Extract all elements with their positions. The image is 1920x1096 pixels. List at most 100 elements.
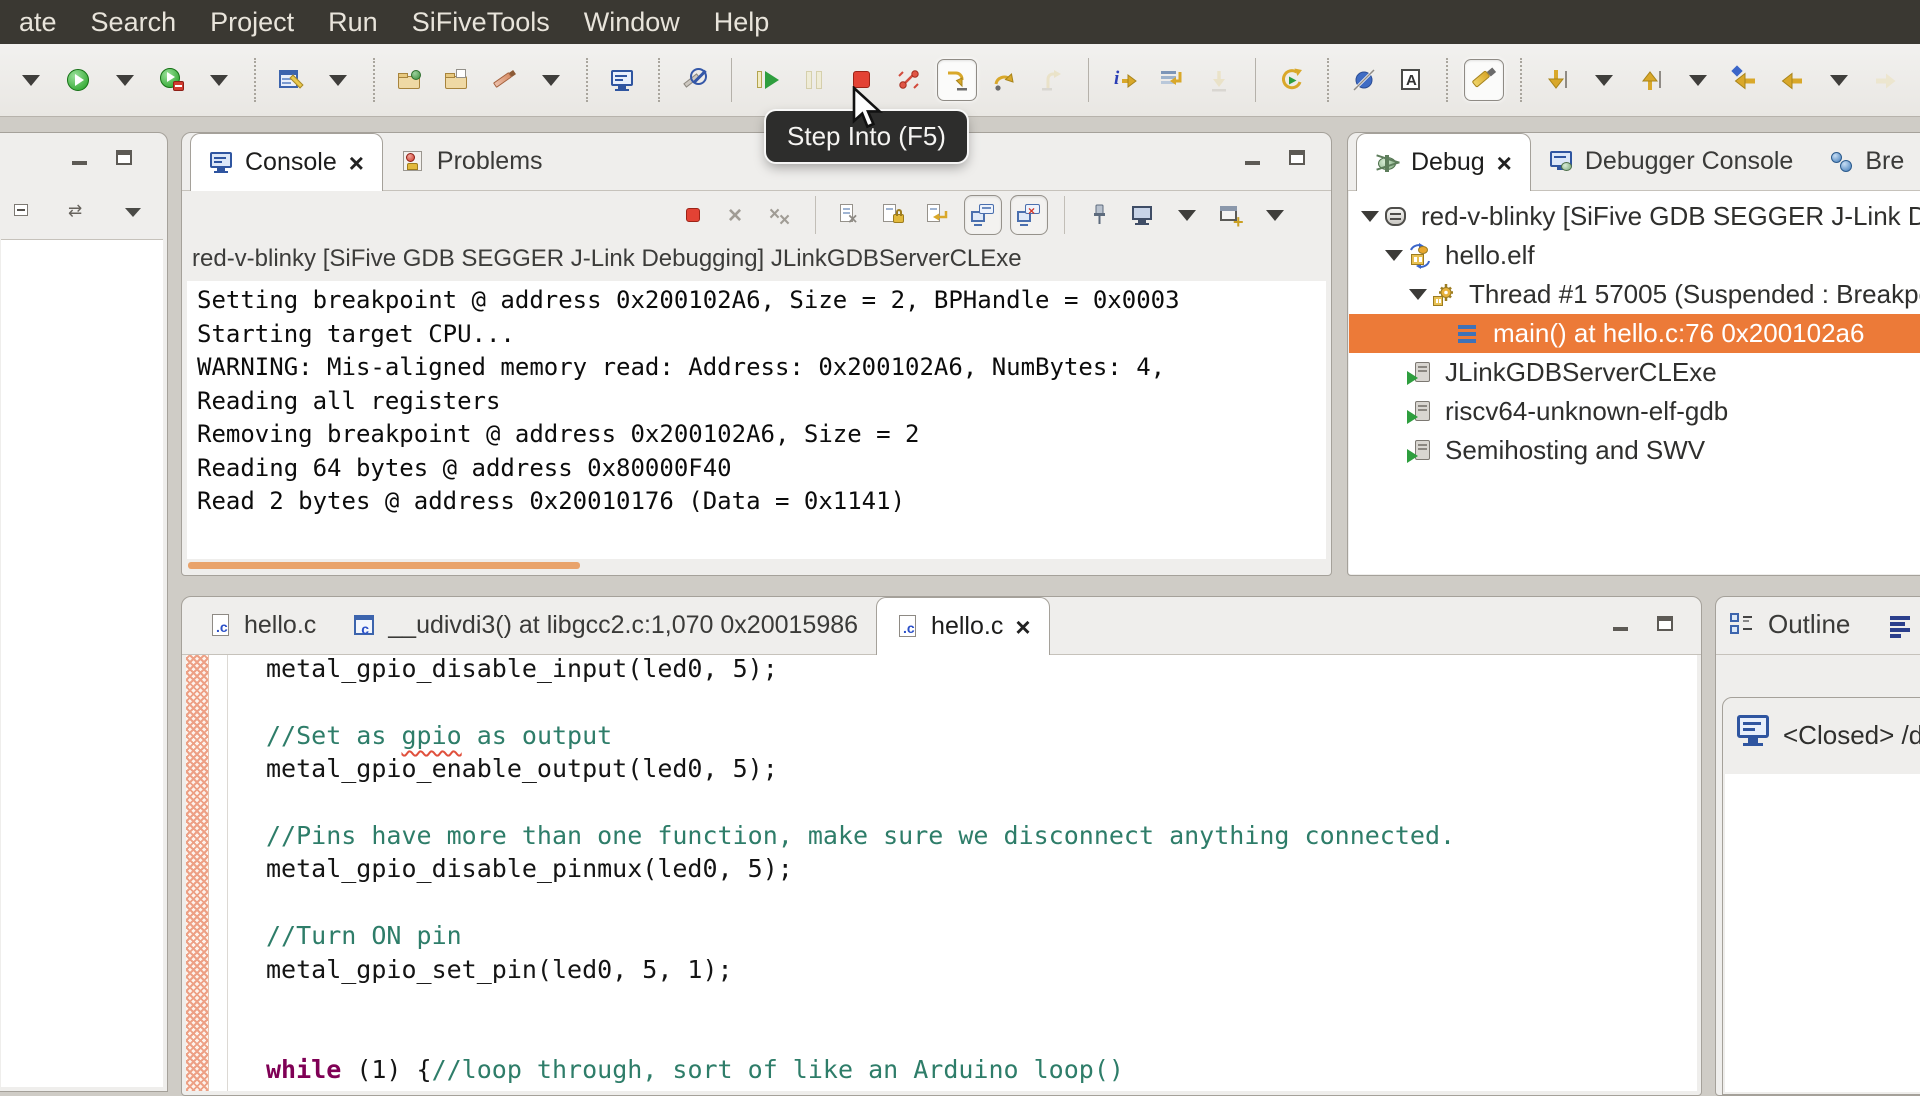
console-scrollbar[interactable] [188, 562, 580, 569]
debug-tree-row[interactable]: riscv64-unknown-elf-gdb [1349, 392, 1920, 431]
step-into-button[interactable] [937, 59, 977, 101]
disconnect-button[interactable] [890, 60, 928, 100]
pin-console-button[interactable] [1081, 196, 1117, 234]
show-on-stdout-icon [970, 202, 996, 228]
display-selected-console-button[interactable] [1125, 196, 1161, 234]
close-icon[interactable]: × [1015, 614, 1030, 640]
clear-console-button[interactable]: × [832, 196, 868, 234]
show-disassembly-button[interactable]: A [1392, 60, 1430, 100]
run-button[interactable] [59, 60, 97, 100]
terminal-tab-label[interactable]: <Closed> /de [1783, 720, 1920, 751]
code-editor[interactable]: metal_gpio_disable_input(led0, 5); //Set … [186, 654, 1697, 1091]
back-button[interactable] [1773, 60, 1811, 100]
terminal-content[interactable] [1725, 774, 1920, 1092]
tab-hello-c-1[interactable]: .c hello.c [190, 597, 334, 654]
profile-history-dropdown[interactable] [200, 60, 238, 100]
toggle-mark-occurrences-button[interactable] [676, 60, 714, 100]
code-segment: //Turn ON pin [266, 921, 462, 951]
step-return-button[interactable] [1033, 60, 1071, 100]
tab-debugger-console[interactable]: Debugger Console [1531, 133, 1811, 190]
show-on-stderr-button[interactable]: × [1010, 195, 1048, 235]
remove-all-terminated-button[interactable]: × × [763, 196, 799, 234]
expand-arrow-icon[interactable] [1381, 250, 1407, 261]
menu-window[interactable]: Window [567, 0, 697, 44]
load-dropdown[interactable] [1585, 60, 1623, 100]
collapse-all-button[interactable] [7, 193, 43, 231]
menu-sifivetools[interactable]: SiFiveTools [395, 0, 567, 44]
restore-dropdown[interactable] [1679, 60, 1717, 100]
console-output[interactable]: Setting breakpoint @ address 0x200102A6,… [187, 281, 1326, 559]
open-resource-button[interactable] [438, 60, 476, 100]
highlighter-button[interactable] [1464, 59, 1504, 101]
separator [586, 58, 588, 102]
display-console-dropdown[interactable] [1169, 196, 1205, 234]
instruction-stepping-button[interactable]: i [1106, 60, 1144, 100]
close-icon[interactable]: × [349, 150, 364, 176]
tab-debug[interactable]: Debug × [1356, 133, 1531, 191]
menu-navigate-partial[interactable]: ate [2, 0, 74, 44]
close-icon[interactable]: × [1497, 150, 1512, 176]
resume-button[interactable] [749, 60, 787, 100]
edit-dropdown[interactable] [532, 60, 570, 100]
tab-breakpoints[interactable]: Bre [1811, 133, 1920, 190]
run-history-dropdown[interactable] [106, 60, 144, 100]
debug-tree-row[interactable]: JLinkGDBServerCLExe [1349, 353, 1920, 392]
back-history-dropdown[interactable] [1820, 60, 1858, 100]
tab-hello-c-2[interactable]: .c hello.c × [876, 597, 1050, 655]
terminate-console-button[interactable] [675, 196, 711, 234]
tab-console[interactable]: Console × [190, 133, 383, 191]
tab-udivdi3[interactable]: c __udivdi3() at libgcc2.c:1,070 0x200159… [334, 597, 876, 654]
forward-history-dropdown[interactable] [1914, 60, 1920, 100]
drop-to-frame-button[interactable] [1153, 60, 1191, 100]
scroll-lock-button[interactable] [876, 196, 912, 234]
maximize-icon[interactable] [111, 147, 137, 169]
debug-tree-row[interactable]: Thread #1 57005 (Suspended : Breakpo [1349, 275, 1920, 314]
suspend-button[interactable] [796, 60, 834, 100]
debug-tree-row[interactable]: Semihosting and SWV [1349, 431, 1920, 470]
load-button[interactable] [1538, 60, 1576, 100]
restart-button[interactable] [1273, 60, 1311, 100]
link-with-editor-button[interactable]: ⇄ [61, 193, 97, 231]
run-to-line-button[interactable] [1200, 60, 1238, 100]
maximize-icon[interactable] [1652, 613, 1678, 635]
step-over-button[interactable] [986, 60, 1024, 100]
minimize-icon[interactable] [1240, 147, 1266, 169]
minimize-icon[interactable] [1608, 613, 1634, 635]
new-wizard-dropdown[interactable] [319, 60, 357, 100]
launch-icon [18, 67, 44, 93]
view-menu-button[interactable] [115, 193, 151, 231]
menu-search[interactable]: Search [74, 0, 194, 44]
show-on-stdout-button[interactable] [964, 195, 1002, 235]
remove-launch-button[interactable]: × [719, 196, 755, 234]
debug-tree-row[interactable]: red-v-blinky [SiFive GDB SEGGER J-Link D… [1349, 197, 1920, 236]
minimize-icon[interactable] [67, 147, 93, 169]
edit-button[interactable] [485, 60, 523, 100]
edit-icon [491, 67, 517, 93]
forward-button[interactable] [1867, 60, 1905, 100]
debug-tree-row[interactable]: hello.elf [1349, 236, 1920, 275]
open-console-button[interactable]: + [1213, 196, 1249, 234]
menu-run[interactable]: Run [311, 0, 395, 44]
outline-panel: Outline <Closed> /de [1715, 596, 1920, 1096]
debug-tree-row[interactable]: main() at hello.c:76 0x200102a6 [1349, 314, 1920, 353]
maximize-icon[interactable] [1284, 147, 1310, 169]
menu-project[interactable]: Project [193, 0, 311, 44]
launch-dropdown[interactable] [12, 60, 50, 100]
restore-button[interactable] [1632, 60, 1670, 100]
console-line: Starting target CPU... [197, 319, 515, 348]
skip-all-breakpoints-button[interactable] [1345, 60, 1383, 100]
new-wizard-button[interactable] [272, 60, 310, 100]
open-element-button[interactable] [391, 60, 429, 100]
expand-arrow-icon[interactable] [1357, 211, 1383, 222]
open-console-dropdown[interactable] [1257, 196, 1293, 234]
menu-help[interactable]: Help [697, 0, 787, 44]
open-element-icon [397, 67, 423, 93]
expand-arrow-icon[interactable] [1405, 289, 1431, 300]
explorer-content[interactable] [1, 239, 163, 1087]
terminal-view-button[interactable] [604, 60, 642, 100]
word-wrap-button[interactable] [920, 196, 956, 234]
last-edit-location-button[interactable] [1726, 60, 1764, 100]
tab-problems[interactable]: Problems [383, 133, 561, 190]
sort-icon[interactable] [1888, 613, 1914, 639]
profile-button[interactable] [153, 60, 191, 100]
